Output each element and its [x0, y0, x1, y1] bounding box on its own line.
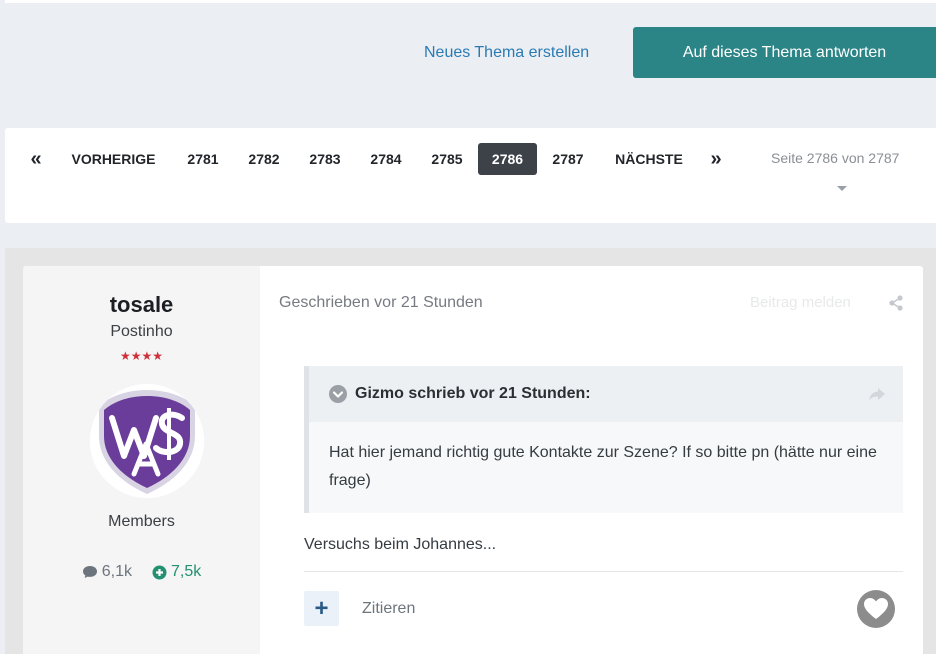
author-name[interactable]: tosale — [23, 292, 260, 318]
current-page[interactable]: 2786 — [478, 143, 537, 175]
page-of-label[interactable]: Seite 2786 von 2787 — [771, 150, 899, 166]
club-crest-icon — [90, 384, 204, 498]
page-link[interactable]: 2785 — [419, 143, 475, 175]
page-link[interactable]: 2782 — [236, 143, 292, 175]
reputation[interactable]: 7,5k — [152, 563, 201, 581]
reputation-value: 7,5k — [171, 563, 202, 580]
reply-button[interactable]: Auf dieses Thema antworten — [633, 27, 936, 78]
plus-circle-icon — [152, 565, 167, 579]
quote-header: Gizmo schrieb vor 21 Stunden: — [309, 366, 903, 422]
page-link[interactable]: 2787 — [540, 143, 596, 175]
post-count[interactable]: 6,1k — [82, 563, 132, 581]
author-stats: 6,1k 7,5k — [23, 563, 260, 581]
next-page-link[interactable]: NÄCHSTE — [603, 143, 695, 175]
author-group: Members — [108, 513, 175, 530]
page-jump-caret-icon[interactable] — [837, 186, 847, 191]
like-button[interactable] — [857, 590, 895, 628]
post-count-value: 6,1k — [101, 563, 132, 580]
reply-arrow-icon[interactable] — [868, 386, 886, 402]
pagination: « VORHERIGE 2781 2782 2783 2784 2785 278… — [5, 128, 936, 223]
post-date[interactable]: Geschrieben vor 21 Stunden — [279, 294, 483, 312]
quote-citation: Gizmo schrieb vor 21 Stunden: — [355, 385, 591, 402]
quote-text: Hat hier jemand richtig gute Kontakte zu… — [329, 444, 877, 489]
page-link[interactable]: 2784 — [358, 143, 414, 175]
topic-actions: Neues Thema erstellen Auf dieses Thema a… — [0, 27, 936, 78]
post-content: Versuchs beim Johannes... — [304, 536, 497, 553]
heart-icon — [864, 598, 888, 619]
top-strip — [5, 0, 936, 3]
divider — [304, 571, 903, 572]
rank-stars-icon: ★★★★ — [119, 349, 164, 363]
share-icon[interactable] — [887, 294, 905, 312]
last-page-link[interactable]: » — [705, 143, 727, 175]
report-post-link[interactable]: Beitrag melden — [750, 294, 851, 311]
post: tosale Postinho ★★★★ Members 6,1k 7,5k G… — [23, 266, 923, 654]
new-topic-link[interactable]: Neues Thema erstellen — [424, 44, 589, 62]
comment-icon — [82, 566, 97, 578]
first-page-link[interactable]: « — [25, 143, 47, 175]
quote-block: Gizmo schrieb vor 21 Stunden: Hat hier j… — [304, 366, 903, 513]
multiquote-button[interactable]: + — [304, 591, 339, 626]
prev-page-link[interactable]: VORHERIGE — [61, 143, 166, 175]
author-title: Postinho — [110, 323, 173, 340]
post-wrapper: tosale Postinho ★★★★ Members 6,1k 7,5k G… — [5, 248, 936, 654]
chevron-down-circle-icon[interactable] — [329, 385, 347, 403]
page-link[interactable]: 2781 — [175, 143, 231, 175]
avatar[interactable] — [90, 384, 204, 498]
page-link[interactable]: 2783 — [297, 143, 353, 175]
author-panel: tosale Postinho ★★★★ Members 6,1k 7,5k — [23, 266, 260, 654]
quote-button[interactable]: Zitieren — [362, 600, 415, 618]
